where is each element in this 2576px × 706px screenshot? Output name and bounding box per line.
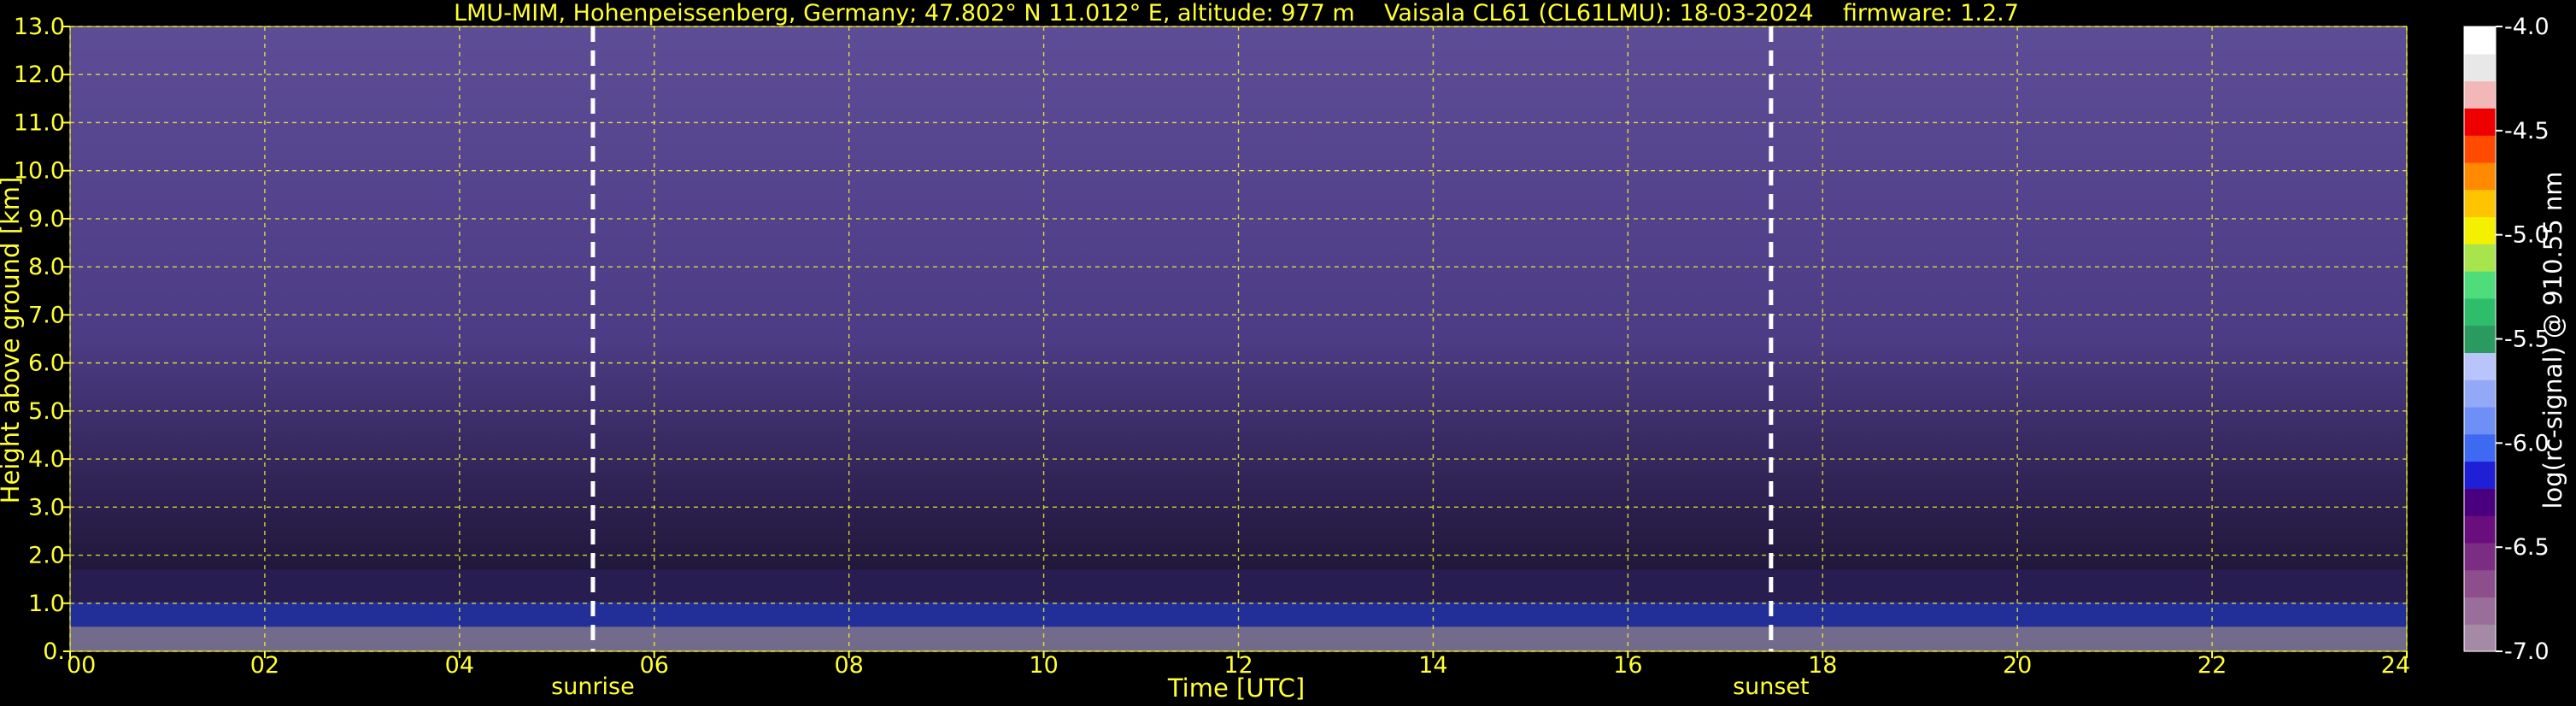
colorbar-tick-label: -4.0 xyxy=(2504,14,2550,40)
x-tick-label: 18 xyxy=(1808,652,1837,679)
colorbar-segment xyxy=(2464,108,2496,136)
colorbar-segment xyxy=(2464,433,2496,462)
boundary-layer-mid xyxy=(70,602,2407,627)
chart-title: LMU-MIM, Hohenpeissenberg, Germany; 47.8… xyxy=(454,0,2019,26)
y-tick-label: 1.0 xyxy=(28,591,65,617)
colorbar-segment xyxy=(2464,352,2496,380)
colorbar-segment xyxy=(2464,80,2496,109)
x-tick-label: 22 xyxy=(2198,652,2227,679)
colorbar-segment xyxy=(2464,135,2496,163)
x-tick-label: 20 xyxy=(2003,652,2032,679)
colorbar-segment xyxy=(2464,542,2496,571)
colorbar-segment xyxy=(2464,297,2496,327)
y-tick-label: 9.0 xyxy=(28,206,65,232)
x-axis-label: Time [UTC] xyxy=(1167,674,1305,703)
x-tick-label: 08 xyxy=(834,652,863,679)
colorbar-segment xyxy=(2464,624,2496,652)
colorbar-segment xyxy=(2464,461,2496,489)
y-tick-label: 5.0 xyxy=(28,398,65,425)
x-tick-label: 06 xyxy=(640,652,669,679)
colorbar-segment xyxy=(2464,488,2496,516)
colorbar-tick-label: -4.5 xyxy=(2504,118,2550,144)
colorbar-segment xyxy=(2464,515,2496,544)
colorbar-tick-label: -6.5 xyxy=(2504,534,2550,561)
colorbar-segment xyxy=(2464,406,2496,435)
y-tick-label: 2.0 xyxy=(28,543,65,569)
colorbar-segment xyxy=(2464,189,2496,218)
colorbar-segment xyxy=(2464,26,2496,55)
x-tick-label: 16 xyxy=(1613,652,1642,679)
ceilometer-chart: sunrise sunset 00 02 04 06 08 10 12 14 16 18 20 22 24… xyxy=(0,0,2576,706)
colorbar-segment xyxy=(2464,244,2496,272)
colorbar-segment xyxy=(2464,597,2496,625)
y-tick-label: 4.0 xyxy=(28,446,65,473)
y-tick-label: 3.0 xyxy=(28,494,65,521)
colorbar-segment xyxy=(2464,325,2496,353)
x-tick-label: 10 xyxy=(1029,652,1058,679)
colorbar-segment xyxy=(2464,216,2496,244)
colorbar-segment xyxy=(2464,569,2496,598)
x-tick-label: 04 xyxy=(445,652,474,679)
sunrise-label: sunrise xyxy=(551,674,635,700)
y-tick-label: 0. xyxy=(43,638,65,665)
y-tick-label: 7.0 xyxy=(28,302,65,328)
y-tick-label: 6.0 xyxy=(28,350,65,377)
boundary-layer-low xyxy=(70,627,2407,651)
colorbar-label: log(rc-signal) @ 910.55 nm xyxy=(2538,171,2567,509)
colorbar-segment xyxy=(2464,53,2496,82)
sunset-label: sunset xyxy=(1733,674,1810,700)
x-tick-label: 02 xyxy=(250,652,279,679)
y-tick-label: 11.0 xyxy=(14,109,65,136)
x-tick-label: 00 xyxy=(67,652,96,679)
colorbar-segment xyxy=(2464,271,2496,299)
y-tick-label: 12.0 xyxy=(14,62,65,88)
colorbar-segment xyxy=(2464,379,2496,408)
colorbar-tick-label: -7.0 xyxy=(2504,638,2550,665)
y-tick-label: 13.0 xyxy=(14,14,65,40)
y-axis-label: Height above ground [km] xyxy=(0,177,25,504)
x-tick-label: 24 xyxy=(2381,652,2410,679)
y-tick-label: 8.0 xyxy=(28,254,65,280)
x-tick-label: 14 xyxy=(1418,652,1447,679)
colorbar-segment xyxy=(2464,162,2496,191)
